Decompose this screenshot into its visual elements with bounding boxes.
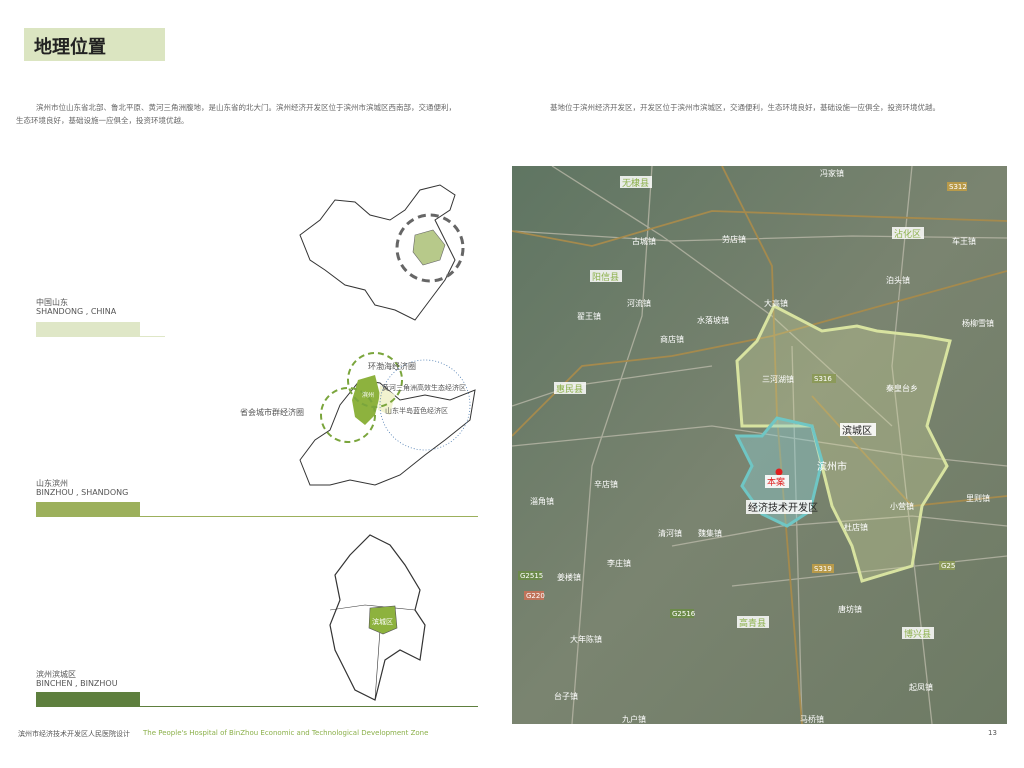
road-label: G2516 [672, 610, 696, 618]
intro-left: 滨州市位山东省北部、鲁北平原、黄河三角洲腹地，是山东省的北大门。滨州经济开发区位… [16, 101, 496, 127]
footer-cn: 滨州市经济技术开发区人民医院设计 [18, 730, 130, 738]
level-bar-china [36, 322, 140, 337]
town-label: 翟王镇 [577, 311, 601, 321]
level-cn: 中国山东 [36, 298, 68, 307]
ring-label: 山东半岛蓝色经济区 [385, 406, 448, 415]
page-number: 13 [988, 729, 997, 737]
intro-left-line2: 生态环境良好，基础设施一应俱全，投资环境优越。 [16, 116, 189, 125]
level-bar-binzhou [36, 502, 140, 517]
district-label: 滨城区 [372, 617, 393, 626]
shandong-map: 环渤海经济圈 黄河三角洲高效生态经济区 山东半岛蓝色经济区 省会城市群经济圈 滨… [240, 352, 476, 486]
town-label: 杜店镇 [844, 522, 868, 532]
town-label: 清河镇 [658, 528, 682, 538]
title-box: 地理位置 [24, 28, 165, 61]
town-label: 冯家镇 [820, 168, 844, 178]
intro-right: 基地位于滨州经济开发区，开发区位于滨州市滨城区，交通便利，生态环境良好，基础设施… [550, 103, 940, 112]
divider [140, 516, 478, 517]
road-label: G25 [941, 562, 955, 570]
town-label: 商店镇 [660, 334, 684, 344]
town-label: 河流镇 [627, 298, 651, 308]
binzhou-map: 滨城区 [329, 534, 426, 701]
town-label: 唐坊镇 [838, 604, 862, 614]
town-label: 车王镇 [952, 236, 976, 246]
footer-en: The People's Hospital of BinZhou Economi… [143, 729, 429, 737]
town-label: 小营镇 [890, 501, 914, 511]
level-binzhou-label: 山东滨州 BINZHOU , SHANDONG [36, 479, 128, 497]
town-label: 劳店镇 [722, 234, 746, 244]
page-title: 地理位置 [34, 37, 106, 58]
town-label: 里则镇 [966, 493, 990, 503]
town-label: 秦皇台乡 [886, 383, 918, 393]
level-en: SHANDONG , CHINA [36, 307, 117, 316]
town-label: 姜楼镇 [557, 572, 581, 582]
city-label: 滨州 [362, 391, 374, 399]
county-label: 高青县 [739, 617, 766, 629]
level-bincheng-label: 滨州滨城区 BINCHEN , BINZHOU [36, 670, 118, 688]
county-label: 博兴县 [904, 628, 931, 640]
divider [140, 336, 165, 337]
county-label: 阳信县 [592, 271, 619, 283]
ring-label: 环渤海经济圈 [368, 361, 416, 371]
ring-label: 黄河三角洲高效生态经济区 [382, 383, 466, 392]
ring-label: 省会城市群经济圈 [240, 407, 304, 417]
town-label: 三河湖镇 [762, 374, 794, 384]
intro-left-line1: 滨州市位山东省北部、鲁北平原、黄河三角洲腹地，是山东省的北大门。滨州经济开发区位… [36, 103, 456, 112]
zone-label: 经济技术开发区 [748, 501, 818, 514]
county-label: 惠民县 [556, 383, 583, 395]
level-cn: 滨州滨城区 [36, 670, 76, 679]
town-label: 李庄镇 [607, 558, 631, 568]
town-label: 辛店镇 [594, 479, 618, 489]
town-label: 泊头镇 [886, 275, 910, 285]
divider [140, 706, 478, 707]
level-en: BINCHEN , BINZHOU [36, 679, 118, 688]
city-label: 滨州市 [817, 460, 847, 473]
level-en: BINZHOU , SHANDONG [36, 488, 129, 497]
town-label: 淄角镇 [530, 496, 554, 506]
town-label: 魏集镇 [698, 528, 722, 538]
town-label: 马桥镇 [800, 714, 824, 724]
road-label: S316 [814, 375, 832, 383]
level-bar-bincheng [36, 692, 140, 707]
town-label: 起凤镇 [909, 682, 933, 692]
road-label: S312 [949, 183, 967, 191]
county-label: 沾化区 [894, 228, 921, 240]
town-label: 古城镇 [632, 236, 656, 246]
road-label: G2515 [520, 572, 543, 580]
china-map [299, 184, 465, 321]
level-cn: 山东滨州 [36, 479, 68, 488]
town-label: 水落坡镇 [697, 315, 729, 325]
town-label: 台子镇 [554, 691, 578, 701]
county-label: 无棣县 [622, 177, 649, 189]
district-label: 滨城区 [842, 424, 872, 437]
town-label: 九户镇 [622, 714, 646, 724]
satellite-map[interactable]: 无棣县 沾化区 阳信县 惠民县 高青县 博兴县 滨城区 滨州市 本案 经济技术开… [512, 166, 1007, 724]
town-label: 杨柳雪镇 [962, 318, 994, 328]
level-china-label: 中国山东 SHANDONG , CHINA [36, 298, 116, 316]
site-marker-icon[interactable] [775, 468, 783, 476]
road-label: G220 [526, 592, 545, 600]
town-label: 大高镇 [764, 298, 788, 308]
road-label: S319 [814, 565, 832, 573]
site-label: 本案 [767, 476, 785, 488]
town-label: 大年陈镇 [570, 634, 602, 644]
